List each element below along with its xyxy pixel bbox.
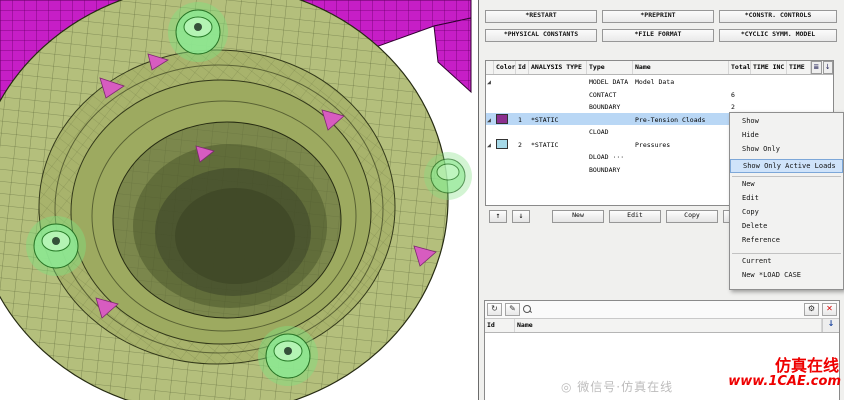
menu-item-delete[interactable]: Delete xyxy=(730,222,843,236)
refresh-button[interactable]: ↻ xyxy=(487,303,502,316)
collapse-all-icon[interactable]: ↓ xyxy=(823,61,834,74)
col-name[interactable]: Name xyxy=(515,319,822,332)
watermark-wechat: ◎ 微信号·仿真在线 xyxy=(561,378,673,395)
color-swatch[interactable] xyxy=(496,139,508,149)
edit-pencil-button[interactable]: ✎ xyxy=(505,303,520,316)
watermark-site-url: www.1CAE.com xyxy=(728,374,841,389)
menu-item-copy[interactable]: Copy xyxy=(730,208,843,222)
cyclic-symm-model-button[interactable]: *CYCLIC SYMM. MODEL xyxy=(719,29,837,42)
cell-type: CONTACT xyxy=(587,89,633,99)
file-format-button[interactable]: *FILE FORMAT xyxy=(602,29,714,42)
edit-button[interactable]: Edit xyxy=(609,210,661,223)
cell-type: DLOAD ··· xyxy=(587,151,633,161)
selection-toolbar: ↻ ✎ ⚙ ✕ xyxy=(485,301,839,319)
cell-analysis: *STATIC xyxy=(529,114,587,124)
color-swatch[interactable] xyxy=(496,114,508,124)
col-id[interactable]: Id xyxy=(485,319,515,332)
col-time[interactable]: TIME xyxy=(787,61,811,74)
col-time-inc[interactable]: TIME INC xyxy=(751,61,787,74)
mesh-scene: 508 4088 3052 xyxy=(0,0,478,400)
restart-button[interactable]: *RESTART xyxy=(485,10,597,23)
cell-analysis: *STATIC xyxy=(529,139,587,149)
count-3: 3052 xyxy=(6,369,28,379)
table-header: Color Id ANALYSIS TYPE Type Name Total T… xyxy=(486,61,833,75)
menu-separator xyxy=(732,176,841,177)
count-1: 508 xyxy=(6,345,22,355)
search-input[interactable] xyxy=(535,303,801,317)
cell-name: Model Data xyxy=(633,76,729,86)
menu-separator xyxy=(732,253,841,254)
menu-item-show-only-active-loads[interactable]: Show Only Active Loads xyxy=(730,159,843,173)
expander-icon[interactable]: ◢ xyxy=(486,76,494,86)
app-window: 508 4088 3052 *RESTART *PREPRINT *CONSTR… xyxy=(0,0,844,400)
flange-part xyxy=(0,0,448,400)
search-icon xyxy=(523,305,532,314)
bolt-left xyxy=(26,216,86,276)
cell-name: Pressures xyxy=(633,139,729,149)
close-icon-button[interactable]: ✕ xyxy=(822,303,837,316)
col-type[interactable]: Type xyxy=(587,61,633,74)
3d-viewport[interactable]: 508 4088 3052 xyxy=(0,0,478,400)
gear-icon-button[interactable]: ⚙ xyxy=(804,303,819,316)
cell-total: 2 xyxy=(729,101,751,111)
col-analysis-type[interactable]: ANALYSIS TYPE xyxy=(529,61,587,74)
menu-item-hide[interactable]: Hide xyxy=(730,131,843,145)
watermark-site-name: 仿真在线 xyxy=(775,352,839,376)
cell-type: BOUNDARY xyxy=(587,101,633,111)
table-row[interactable]: BOUNDARY 2 xyxy=(486,100,833,113)
physical-constants-button[interactable]: *PHYSICAL CONSTANTS xyxy=(485,29,597,42)
bolt-right xyxy=(424,152,472,200)
cell-name: Pre-Tension Cloads xyxy=(633,114,729,124)
keyword-buttons-row1: *RESTART *PREPRINT *CONSTR. CONTROLS xyxy=(485,10,837,23)
col-id[interactable]: Id xyxy=(516,61,529,74)
move-down-button[interactable]: ↓ xyxy=(512,210,530,223)
col-color[interactable]: Color xyxy=(494,61,516,74)
preprint-button[interactable]: *PREPRINT xyxy=(602,10,714,23)
context-menu: Show Hide Show Only Show Only Active Loa… xyxy=(729,112,844,290)
selection-table-header: Id Name ↓ xyxy=(485,319,839,333)
menu-item-new[interactable]: New xyxy=(730,180,843,194)
entity-counts: 508 4088 3052 xyxy=(6,345,28,379)
table-row[interactable]: ◢ MODEL DATA Model Data xyxy=(486,75,833,88)
col-total[interactable]: Total xyxy=(729,61,751,74)
menu-item-current[interactable]: Current xyxy=(730,257,843,271)
expander-icon[interactable]: ◢ xyxy=(486,114,494,124)
menu-item-show[interactable]: Show xyxy=(730,117,843,131)
expander-icon[interactable]: ◢ xyxy=(486,139,494,149)
col-name[interactable]: Name xyxy=(633,61,729,74)
cell-type: MODEL DATA xyxy=(587,76,633,86)
load-case-panel: *RESTART *PREPRINT *CONSTR. CONTROLS *PH… xyxy=(478,0,844,400)
menu-item-show-only[interactable]: Show Only xyxy=(730,145,843,159)
keyword-buttons-row2: *PHYSICAL CONSTANTS *FILE FORMAT *CYCLIC… xyxy=(485,29,837,42)
bolt-top xyxy=(168,2,228,62)
count-2: 4088 xyxy=(6,357,28,367)
bolt-bottom xyxy=(258,326,318,386)
copy-button[interactable]: Copy xyxy=(666,210,718,223)
expand-down-icon[interactable]: ↓ xyxy=(822,319,839,332)
constr-controls-button[interactable]: *CONSTR. CONTROLS xyxy=(719,10,837,23)
new-button[interactable]: New xyxy=(552,210,604,223)
cell-id: 2 xyxy=(516,139,529,149)
cell-total: 6 xyxy=(729,89,751,99)
table-row[interactable]: CONTACT 6 xyxy=(486,88,833,101)
move-up-button[interactable]: ↑ xyxy=(489,210,507,223)
menu-item-edit[interactable]: Edit xyxy=(730,194,843,208)
menu-item-reference[interactable]: Reference xyxy=(730,236,843,250)
cell-type: CLOAD xyxy=(587,126,633,136)
cell-id: 1 xyxy=(516,114,529,124)
menu-item-new-load-case[interactable]: New *LOAD CASE xyxy=(730,271,843,285)
cell-type: BOUNDARY xyxy=(587,164,633,174)
list-view-icon[interactable]: ≣ xyxy=(811,61,822,74)
